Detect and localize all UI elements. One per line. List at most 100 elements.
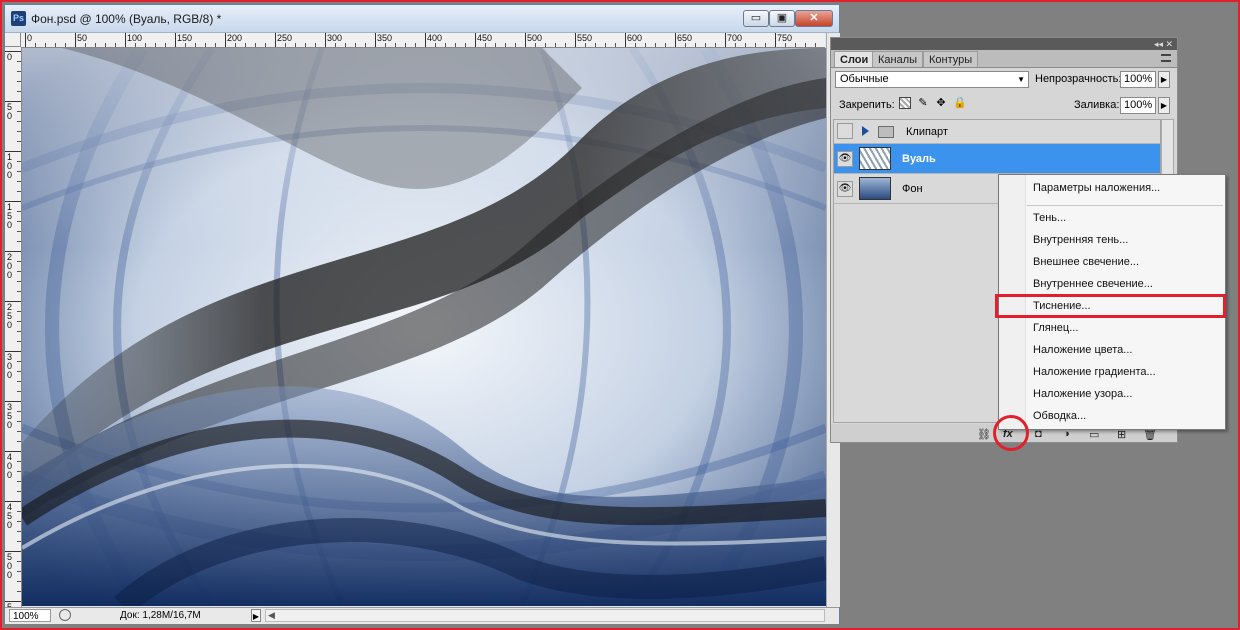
ruler-minor-tick [17,491,21,492]
ruler-minor-tick [17,541,21,542]
ruler-minor-tick [17,511,21,512]
fill-label: Заливка: [1074,99,1120,111]
minimize-button[interactable]: ▭ [743,10,769,27]
blend-mode-select[interactable]: Обычные ▼ [835,71,1029,88]
highlight-rectangle [995,294,1226,318]
ruler-minor-tick [17,461,21,462]
document-size-info: Док: 1,28M/16,7M [120,610,201,621]
ruler-tick [625,33,626,47]
zoom-field[interactable]: 100% [9,609,51,622]
opacity-slider-button[interactable]: ▶ [1158,71,1170,88]
ruler-label: 50 [77,33,88,43]
menu-item-color-overlay[interactable]: Наложение цвета... [1033,344,1132,356]
opacity-input[interactable]: 100% [1120,71,1156,88]
tab-channels[interactable]: Каналы [872,51,924,67]
menu-item-stroke[interactable]: Обводка... [1033,410,1086,422]
ruler-minor-tick [535,43,536,47]
ruler-minor-tick [645,43,646,47]
ruler-label: 350 [7,402,13,430]
horizontal-ruler[interactable]: 0 50 100 150 200 250 300 350 400 450 500 550 600 650 7… [21,33,825,48]
menu-item-gradient-overlay[interactable]: Наложение градиента... [1033,366,1156,378]
ruler-tick [125,33,126,47]
ruler-minor-tick [285,43,286,47]
ruler-minor-tick [665,43,666,47]
expand-triangle-icon[interactable] [862,126,869,136]
maximize-button[interactable]: ▣ [769,10,795,27]
visibility-toggle-off[interactable] [837,123,853,139]
document-titlebar[interactable]: Ps Фон.psd @ 100% (Вуаль, RGB/8) * ▭ ▣ ✕ [5,5,839,33]
panel-close-icon[interactable]: ✕ [1165,38,1173,50]
ruler-label: 550 [577,33,593,43]
ruler-minor-tick [735,43,736,47]
ruler-minor-tick [795,43,796,47]
menu-item-drop-shadow[interactable]: Тень... [1033,212,1066,224]
ruler-tick [575,33,576,47]
canvas-horizontal-scrollbar[interactable]: ◀ [265,609,825,622]
menu-separator [1027,205,1223,206]
ruler-minor-tick [17,481,21,482]
ruler-minor-tick [105,43,106,47]
ruler-minor-tick [635,43,636,47]
ruler-minor-tick [55,43,56,47]
ruler-minor-tick [435,43,436,47]
panel-tabs: Слои Каналы Контуры [831,50,1177,68]
ruler-minor-tick [765,43,766,47]
layer-row-group[interactable]: Клипарт [834,120,1160,144]
ruler-label: 350 [377,33,393,43]
vertical-ruler[interactable]: 050100150200250300350400450500550 [5,47,22,607]
lock-paint-icon[interactable]: ✎ [917,97,929,109]
lock-transparency-icon[interactable] [899,97,911,109]
scroll-left-icon[interactable]: ◀ [268,610,275,621]
ruler-label: 150 [177,33,193,43]
ruler-minor-tick [17,281,21,282]
ruler-tick [525,33,526,47]
status-menu-arrow-icon[interactable]: ▶ [251,609,261,622]
layer-row-selected[interactable]: 👁 Вуаль [834,144,1160,174]
panel-header-bar[interactable]: ◂◂ ✕ [831,38,1177,50]
ruler-minor-tick [17,431,21,432]
ruler-corner[interactable] [5,33,21,47]
menu-item-inner-glow[interactable]: Внутреннее свечение... [1033,278,1153,290]
ruler-minor-tick [255,43,256,47]
ruler-minor-tick [17,321,21,322]
ruler-minor-tick [145,43,146,47]
ruler-minor-tick [17,471,21,472]
fill-input[interactable]: 100% [1120,97,1156,114]
ruler-minor-tick [65,43,66,47]
menu-item-pattern-overlay[interactable]: Наложение узора... [1033,388,1132,400]
ruler-label: 500 [527,33,543,43]
ruler-minor-tick [85,43,86,47]
ruler-minor-tick [405,43,406,47]
menu-item-inner-shadow[interactable]: Внутренняя тень... [1033,234,1128,246]
panel-menu-icon[interactable] [1161,54,1171,62]
eye-icon[interactable]: 👁 [837,151,853,167]
ruler-minor-tick [17,131,21,132]
ruler-tick [425,33,426,47]
lock-position-icon[interactable]: ✥ [935,97,947,109]
ruler-minor-tick [17,421,21,422]
ruler-minor-tick [355,43,356,47]
collapse-panel-icon[interactable]: ◂◂ [1154,38,1163,50]
tab-layers[interactable]: Слои [834,51,875,67]
ruler-minor-tick [815,43,816,47]
document-canvas[interactable] [22,48,826,606]
ruler-label: 650 [677,33,693,43]
menu-item-blending-options[interactable]: Параметры наложения... [1033,182,1160,194]
tab-paths[interactable]: Контуры [923,51,979,67]
ruler-label: 750 [777,33,793,43]
menu-item-outer-glow[interactable]: Внешнее свечение... [1033,256,1139,268]
fill-slider-button[interactable]: ▶ [1158,97,1170,114]
ruler-minor-tick [115,43,116,47]
zoom-preview-icon[interactable] [59,609,71,621]
ruler-label: 700 [727,33,743,43]
eye-icon[interactable]: 👁 [837,181,853,197]
link-layers-icon[interactable]: ⛓ [977,428,991,441]
menu-item-satin[interactable]: Глянец... [1033,322,1078,334]
ruler-minor-tick [17,591,21,592]
layer-name: Клипарт [906,126,948,138]
ruler-tick [725,33,726,47]
lock-all-icon[interactable]: 🔒 [953,97,967,109]
close-button[interactable]: ✕ [795,10,833,27]
ruler-minor-tick [17,361,21,362]
ruler-minor-tick [785,43,786,47]
